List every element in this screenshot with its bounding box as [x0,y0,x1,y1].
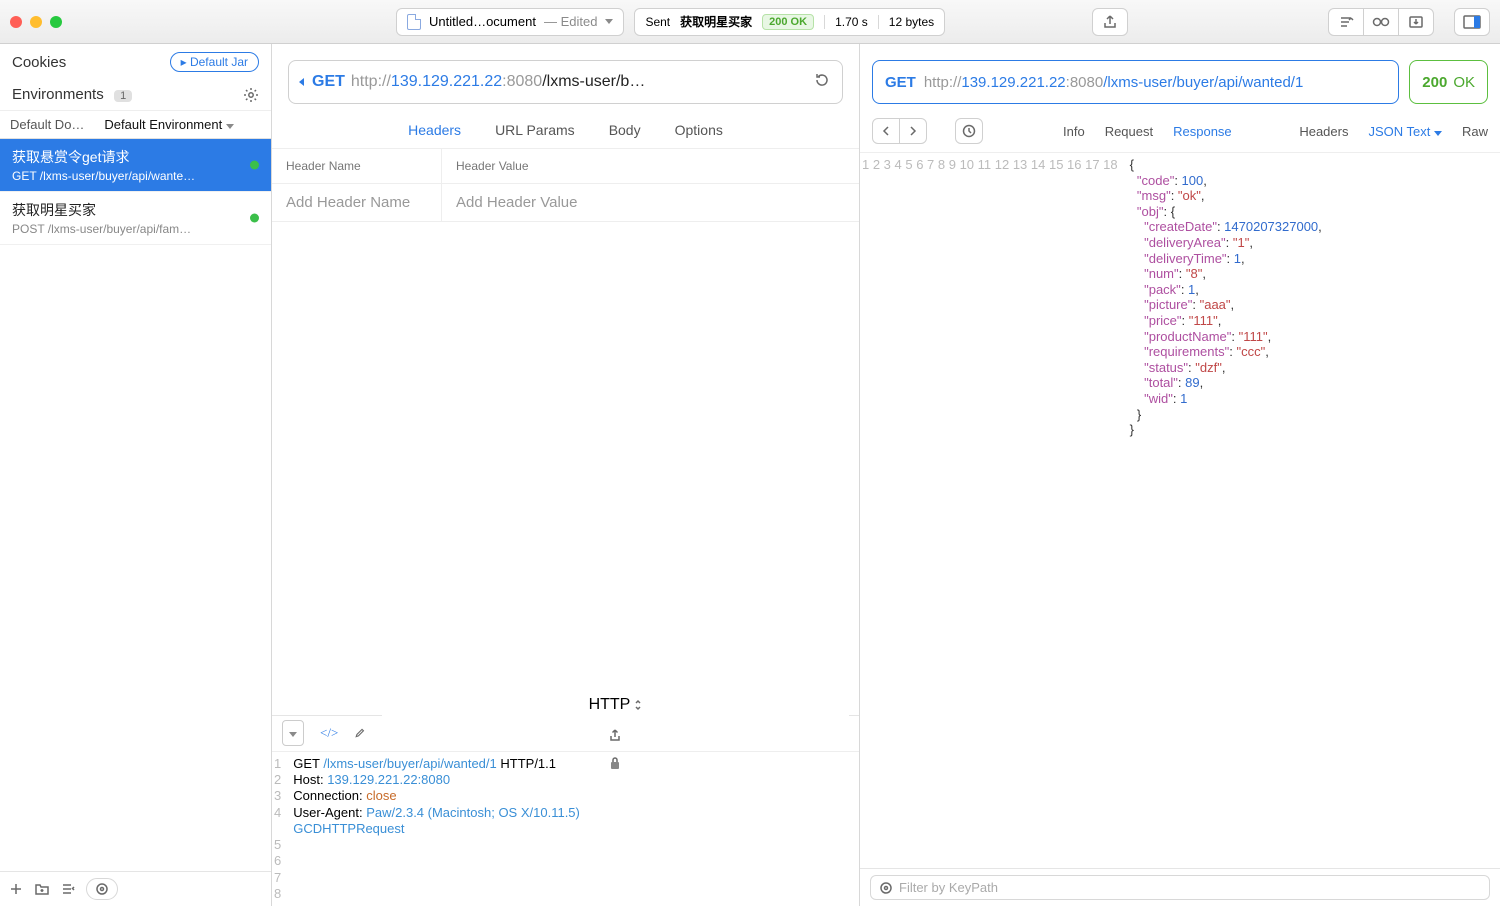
divider [824,15,825,29]
status-dot-icon [250,214,259,223]
headers-table: Header Name Header Value Add Header Name… [272,149,859,715]
sidebar-tabs: Default Do… Default Environment [0,111,271,139]
header-name-col: Header Name [272,149,442,183]
add-icon[interactable] [8,881,24,897]
new-folder-icon[interactable] [34,881,50,897]
document-icon [407,14,421,30]
request-status-chip: Sent 获取明星买家 200 OK 1.70 s 12 bytes [634,8,945,36]
response-url-bar[interactable]: GET http://139.129.221.22:8080/lxms-user… [872,60,1399,104]
tab-default-environment[interactable]: Default Environment [94,111,243,138]
gear-icon[interactable] [243,87,259,103]
request-panel: GET http://139.129.221.22:8080/lxms-user… [272,44,860,906]
json-response-view[interactable]: 1 2 3 4 5 6 7 8 9 10 11 12 13 14 15 16 1… [860,153,1500,868]
request-item-subtitle: POST /lxms-user/buyer/api/fam… [12,222,259,236]
close-window-icon[interactable] [10,16,22,28]
divider [878,15,879,29]
header-value-input[interactable]: Add Header Value [442,184,591,221]
request-item-subtitle: GET /lxms-user/buyer/api/wante… [12,169,259,183]
titlebar: Untitled…ocument — Edited Sent 获取明星买家 20… [0,0,1500,44]
tab-headers[interactable]: Headers [408,122,461,138]
environments-heading: Environments [12,86,104,103]
toolbar-group [1328,8,1434,36]
sent-label: Sent [645,15,670,29]
panel-toggle-button[interactable] [1454,8,1490,36]
import-button[interactable] [1398,8,1434,36]
history-button[interactable] [955,118,983,144]
header-name-input[interactable]: Add Header Name [272,184,442,221]
tab-response[interactable]: Response [1173,124,1232,139]
tab-url-params[interactable]: URL Params [495,122,575,138]
tab-request[interactable]: Request [1105,124,1153,139]
tab-raw[interactable]: Raw [1462,124,1488,139]
reload-icon[interactable] [810,68,834,97]
sort-button[interactable] [1328,8,1364,36]
default-jar-button[interactable]: ▸ Default Jar [170,52,259,72]
share-button[interactable] [1092,8,1128,36]
tab-options[interactable]: Options [675,122,723,138]
link-button[interactable] [1363,8,1399,36]
tab-headers[interactable]: Headers [1299,124,1348,139]
response-size: 12 bytes [889,15,934,29]
tab-info[interactable]: Info [1063,124,1085,139]
maximize-window-icon[interactable] [50,16,62,28]
request-list-item[interactable]: 获取悬赏令get请求 GET /lxms-user/buyer/api/wante… [0,139,271,192]
request-item-title: 获取明星买家 [12,200,259,220]
status-badge: 200 OK [762,14,814,30]
target-icon [95,882,109,896]
sent-request-name: 获取明星买家 [680,13,752,30]
request-tabs: Headers URL Params Body Options [272,114,859,149]
http-method[interactable]: GET [312,73,345,91]
request-code-toolbar: </> HTTP [272,715,859,751]
response-url: http://139.129.221.22:8080/lxms-user/buy… [924,74,1303,91]
edited-indicator: — Edited [544,14,597,29]
chevron-down-icon [1434,131,1442,136]
document-title-chip[interactable]: Untitled…ocument — Edited [396,8,624,36]
response-panel: GET http://139.129.221.22:8080/lxms-user… [860,44,1500,906]
code-icon[interactable]: </> [320,725,338,741]
minimize-window-icon[interactable] [30,16,42,28]
method-picker-icon[interactable] [299,78,304,86]
tab-json-text[interactable]: JSON Text [1368,124,1442,139]
sidebar: Cookies ▸ Default Jar Environments 1 Def… [0,44,272,906]
history-back-button[interactable] [872,118,900,144]
share-icon[interactable] [608,728,622,742]
request-item-title: 获取悬赏令get请求 [12,147,259,167]
dropdown-icon[interactable] [282,720,304,746]
request-url[interactable]: http://139.129.221.22:8080/lxms-user/b… [351,73,804,91]
chevron-down-icon [605,19,613,24]
header-value-col: Header Value [442,149,543,183]
sidebar-bottom-toolbar [0,871,271,906]
list-settings-icon[interactable] [60,881,76,897]
edit-icon[interactable] [354,725,366,741]
status-dot-icon [250,161,259,170]
tab-body[interactable]: Body [609,122,641,138]
window-controls [10,16,62,28]
chevron-down-icon [226,124,234,129]
response-time: 1.70 s [835,15,868,29]
code-type-picker[interactable]: HTTP [589,696,643,714]
response-status: 200OK [1409,60,1488,104]
target-icon [879,881,893,895]
keypath-filter-input[interactable]: Filter by KeyPath [870,875,1490,900]
history-forward-button[interactable] [899,118,927,144]
request-url-bar[interactable]: GET http://139.129.221.22:8080/lxms-user… [288,60,843,104]
sidebar-search[interactable] [86,878,118,900]
tab-default-domain[interactable]: Default Do… [0,111,94,138]
request-list-item[interactable]: 获取明星买家 POST /lxms-user/buyer/api/fam… [0,192,271,245]
cookies-heading: Cookies [12,54,66,71]
response-tabs-row: Info Request Response Headers JSON Text … [860,114,1500,153]
raw-request-preview: 12345678 GET /lxms-user/buyer/api/wanted… [272,751,859,906]
env-count-badge: 1 [114,90,132,102]
document-name: Untitled…ocument [429,14,536,29]
